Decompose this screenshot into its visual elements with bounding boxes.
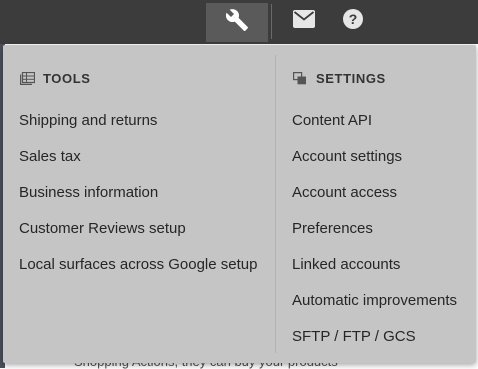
menu-item-account-settings[interactable]: Account settings	[292, 148, 402, 166]
menu-item-business-information[interactable]: Business information	[19, 184, 158, 202]
menu-item-content-api[interactable]: Content API	[292, 112, 372, 130]
tools-grid-icon	[19, 72, 35, 86]
tools-settings-menu: TOOLS Shipping and returns Sales tax Bus…	[3, 45, 476, 363]
menu-column-divider	[275, 55, 276, 353]
menu-item-sales-tax[interactable]: Sales tax	[19, 148, 81, 166]
menu-item-shipping-and-returns[interactable]: Shipping and returns	[19, 112, 157, 130]
settings-title: SETTINGS	[316, 71, 386, 86]
topbar-divider	[271, 4, 272, 39]
tools-button[interactable]	[206, 3, 268, 42]
help-icon: ?	[342, 8, 364, 35]
tools-header: TOOLS	[19, 71, 91, 86]
settings-header: SETTINGS	[292, 71, 386, 86]
mail-icon	[293, 9, 315, 33]
help-button[interactable]: ?	[337, 7, 369, 35]
menu-item-account-access[interactable]: Account access	[292, 184, 397, 202]
settings-stack-icon	[292, 72, 308, 86]
menu-item-linked-accounts[interactable]: Linked accounts	[292, 256, 400, 274]
svg-text:?: ?	[349, 11, 358, 27]
mail-button[interactable]	[288, 7, 320, 35]
wrench-icon	[225, 8, 249, 37]
tools-title: TOOLS	[43, 71, 91, 86]
menu-item-local-surfaces-setup[interactable]: Local surfaces across Google setup	[19, 256, 257, 274]
menu-item-automatic-improvements[interactable]: Automatic improvements	[292, 292, 457, 310]
menu-item-customer-reviews-setup[interactable]: Customer Reviews setup	[19, 220, 186, 238]
menu-item-sftp-ftp-gcs[interactable]: SFTP / FTP / GCS	[292, 328, 416, 346]
menu-item-preferences[interactable]: Preferences	[292, 220, 373, 238]
top-app-bar: ?	[0, 0, 478, 44]
